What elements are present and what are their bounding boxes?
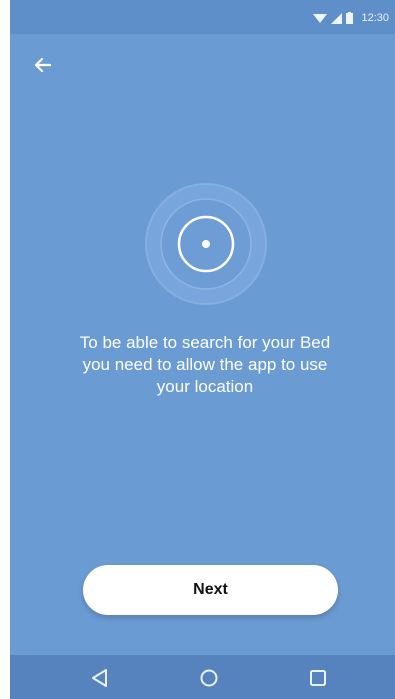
- screen: 12:30 To be able to search for your Bed …: [10, 0, 395, 699]
- battery-icon: [346, 12, 354, 24]
- arrow-left-icon[interactable]: [32, 54, 54, 76]
- message-line: your location: [156, 377, 254, 396]
- location-permission-message: To be able to search for your Bed you ne…: [40, 332, 370, 398]
- status-icons: 12:30: [313, 12, 389, 24]
- nav-back-icon[interactable]: [89, 667, 111, 689]
- status-time: 12:30: [361, 12, 389, 24]
- next-button[interactable]: Next: [83, 565, 338, 615]
- location-radar-icon: [145, 183, 267, 305]
- cellular-signal-icon: [331, 12, 343, 24]
- nav-home-icon[interactable]: [198, 667, 220, 689]
- message-line: you need to allow the app to use: [82, 355, 328, 374]
- status-bar: 12:30: [10, 0, 395, 34]
- navigation-bar: [10, 655, 395, 699]
- nav-recents-icon[interactable]: [307, 667, 329, 689]
- wifi-icon: [313, 13, 328, 23]
- message-line: To be able to search for your Bed: [79, 333, 331, 352]
